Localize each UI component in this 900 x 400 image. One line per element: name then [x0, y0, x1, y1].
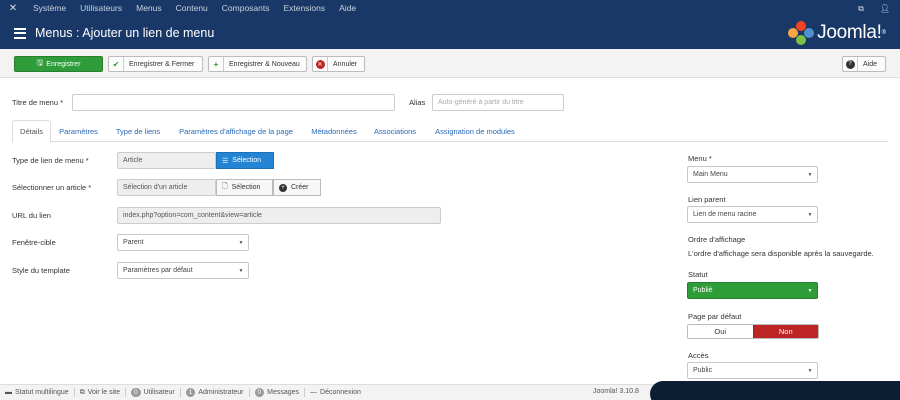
menu-contenu[interactable]: Contenu [169, 0, 215, 17]
menu-label: Menu * [688, 154, 712, 163]
check-icon: ✔ [109, 57, 124, 71]
minus-icon: — [310, 389, 318, 396]
default-no-option[interactable]: Non [752, 325, 818, 338]
cancel-button[interactable]: ✕ Annuler [312, 56, 365, 72]
menu-utilisateurs[interactable]: Utilisateurs [73, 0, 129, 17]
comment-icon: ▬ [5, 389, 12, 396]
link-type-label: Type de lien de menu * [12, 156, 89, 165]
admins-count-badge: 1 [185, 388, 196, 397]
tab-assignation-modules[interactable]: Assignation de modules [430, 120, 520, 142]
page-header: Menus : Ajouter un lien de menu Joomla! … [0, 17, 900, 49]
default-page-toggle: Oui Non [687, 324, 819, 339]
plus-circle-icon: + [279, 183, 287, 192]
logout-link[interactable]: — Déconnexion [305, 388, 366, 397]
file-icon: 🗋 [222, 183, 228, 190]
help-button[interactable]: ? Aide [842, 56, 886, 72]
parent-select[interactable]: Lien de menu racine ▼ [687, 206, 818, 223]
alias-input[interactable]: Auto-généré à partir du titre [432, 94, 564, 111]
version-text: Joomla! 3.10.8 [593, 388, 639, 395]
url-field: index.php?option=com_content&view=articl… [117, 207, 441, 224]
menu-extensions[interactable]: Extensions [277, 0, 333, 17]
tab-parametres[interactable]: Paramètres [56, 120, 101, 142]
link-type-field: Article [117, 152, 216, 169]
joomla-brand: Joomla! ® [788, 21, 886, 45]
dark-overlay-shape [650, 381, 900, 400]
page-title: Menus : Ajouter un lien de menu [35, 26, 215, 40]
select-article-field: Sélection d'un article [117, 179, 216, 196]
chevron-down-icon: ▼ [807, 287, 813, 294]
order-text: L'ordre d'affichage sera disponible aprè… [688, 249, 874, 258]
chevron-down-icon: ▼ [238, 267, 244, 274]
list-icon: ☰ [222, 157, 229, 165]
target-select[interactable]: Parent ▼ [117, 234, 249, 251]
admin-top-navbar: ✕ Système Utilisateurs Menus Contenu Com… [0, 0, 900, 17]
link-type-select-button[interactable]: ☰ Sélection [216, 152, 274, 169]
admins-status[interactable]: 1 Administrateur [181, 388, 250, 397]
users-status[interactable]: 0 Utilisateur [126, 388, 181, 397]
select-article-label: Sélectionner un article * [12, 183, 92, 192]
tab-associations[interactable]: Associations [370, 120, 420, 142]
article-create-button[interactable]: + Créer [273, 179, 321, 196]
top-menu: Système Utilisateurs Menus Contenu Compo… [26, 0, 363, 17]
external-link-icon[interactable]: ⧉ [858, 0, 864, 17]
toolbar: 🖫 Enregistrer ✔ Enregistrer & Fermer + E… [0, 49, 900, 78]
access-label: Accès [688, 351, 709, 360]
joomla-wordmark: Joomla! [817, 22, 882, 43]
menu-composants[interactable]: Composants [215, 0, 277, 17]
joomla-brand-icon [788, 21, 815, 45]
chevron-down-icon: ▼ [238, 239, 244, 246]
tab-type-de-liens[interactable]: Type de liens [112, 120, 164, 142]
tab-details[interactable]: Détails [12, 120, 51, 143]
tab-affichage-page[interactable]: Paramètres d'affichage de la page [175, 120, 297, 142]
joomla-logo-icon[interactable]: ✕ [0, 0, 26, 17]
parent-label: Lien parent [688, 195, 726, 204]
title-input[interactable] [72, 94, 395, 111]
messages-status[interactable]: 0 Messages [250, 388, 306, 397]
chevron-down-icon: ▼ [807, 171, 813, 178]
times-circle-icon: ✕ [313, 57, 328, 71]
save-close-button[interactable]: ✔ Enregistrer & Fermer [108, 56, 203, 72]
menu-select[interactable]: Main Menu ▼ [687, 166, 818, 183]
default-yes-option[interactable]: Oui [688, 325, 753, 338]
external-link-icon: ⧉ [79, 388, 85, 396]
plus-icon: + [209, 57, 224, 71]
registered-mark: ® [881, 30, 886, 36]
menu-menus[interactable]: Menus [129, 0, 169, 17]
messages-count-badge: 0 [254, 388, 265, 397]
status-select[interactable]: Publié ▼ [687, 282, 818, 299]
article-select-button[interactable]: 🗋 Sélection [216, 179, 273, 196]
title-label: Titre de menu * [12, 98, 63, 107]
template-style-select[interactable]: Paramètres par défaut ▼ [117, 262, 249, 279]
save-button[interactable]: 🖫 Enregistrer [14, 56, 103, 72]
edit-tabs: Détails Paramètres Type de liens Paramèt… [12, 120, 888, 143]
template-style-label: Style du template [12, 266, 70, 275]
order-label: Ordre d'affichage [688, 235, 746, 244]
status-label: Statut [688, 270, 708, 279]
tab-metadonnees[interactable]: Métadonnées [308, 120, 360, 142]
url-label: URL du lien [12, 211, 51, 220]
view-site-link[interactable]: ⧉ Voir le site [75, 388, 126, 397]
chevron-down-icon: ▼ [807, 367, 813, 374]
alias-placeholder: Auto-généré à partir du titre [438, 99, 524, 106]
chevron-down-icon: ▼ [807, 211, 813, 218]
access-select[interactable]: Public ▼ [687, 362, 818, 379]
question-icon: ? [843, 57, 858, 71]
menu-systeme[interactable]: Système [26, 0, 73, 17]
multilang-status[interactable]: ▬ Statut multilingue [0, 388, 75, 397]
menu-aide[interactable]: Aide [332, 0, 363, 17]
alias-label: Alias [409, 98, 426, 107]
users-count-badge: 0 [131, 388, 141, 397]
list-icon [14, 27, 26, 39]
default-page-label: Page par défaut [688, 312, 742, 321]
target-label: Fenêtre-cible [12, 238, 56, 247]
save-icon: 🖫 [36, 58, 44, 67]
user-icon[interactable]: 👤︎ [880, 0, 890, 17]
save-new-button[interactable]: + Enregistrer & Nouveau [208, 56, 307, 72]
